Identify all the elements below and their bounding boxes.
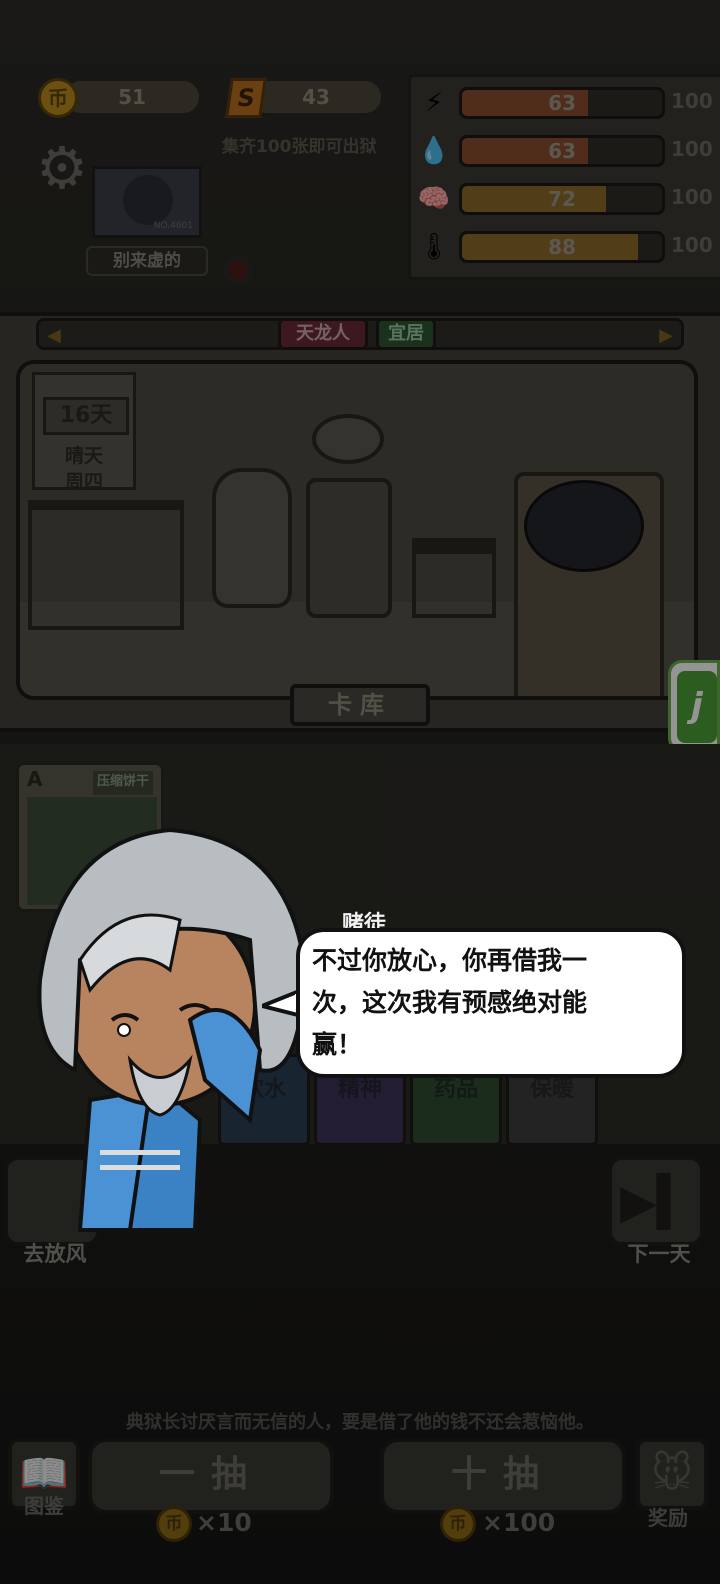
coin-value: 51 — [118, 85, 146, 109]
mouse-icon: 🐭 — [651, 1451, 693, 1497]
avatar[interactable]: NO.4601 — [92, 166, 202, 238]
player-name: 别来虚的 — [86, 246, 208, 276]
dialogue-line-3: 赢！ — [312, 1030, 363, 1059]
stat-mind: 🧠 72 100 — [411, 179, 720, 219]
stats-panel: ⚡ 63 100 💧 63 100 🧠 72 100 🌡 88 100 — [408, 74, 720, 280]
stool — [412, 538, 496, 618]
draw-one-coin-icon: 币 — [156, 1506, 192, 1542]
card-rank: A — [27, 767, 43, 791]
toilet — [212, 468, 292, 608]
sleeping-prisoner — [524, 480, 644, 572]
mind-bar: 72 — [459, 183, 665, 215]
calendar-weather: 晴天 — [64, 445, 103, 467]
energy-max: 100 — [671, 89, 713, 113]
desk — [28, 500, 184, 630]
next-day-icon: ▶▍ — [620, 1174, 694, 1230]
lightning-icon: ⚡ — [424, 88, 444, 118]
mind-value: 72 — [548, 187, 576, 211]
mind-max: 100 — [671, 185, 713, 209]
card-name: 压缩饼干 — [93, 771, 154, 795]
gambler-tear — [117, 1023, 131, 1037]
dialogue-text: 不过你放心，你再借我一 次，这次我有预感绝对能 赢！ — [312, 940, 676, 1066]
draw-ten-button[interactable]: 十抽 — [380, 1438, 626, 1514]
draw-ten-coin-icon: 币 — [440, 1506, 476, 1542]
next-day-label: 下一天 — [627, 1242, 691, 1266]
draw-one-cost: ×10 — [196, 1508, 252, 1537]
ticket-counter: 43 — [248, 78, 384, 116]
dialogue-line-2: 次，这次我有预感绝对能 — [312, 988, 588, 1017]
water-drop-icon: 💧 — [417, 136, 451, 166]
warmth-bar: 88 — [459, 231, 665, 263]
card-library-button[interactable]: 卡库 — [290, 684, 430, 726]
go-out-label: 去放风 — [23, 1242, 87, 1266]
dialogue-line-1: 不过你放心，你再借我一 — [312, 946, 588, 975]
calendar-weekday: 周四 — [64, 471, 103, 493]
ticket-icon: S — [225, 78, 267, 118]
stat-water: 💧 63 100 — [411, 131, 720, 171]
footer-hint: 典狱长讨厌言而无信的人，要是借了他的钱不还会惹恼他。 — [126, 1412, 594, 1433]
thermometer-icon: 🌡 — [417, 232, 451, 262]
cell-tag-secondary: 宜居 — [376, 318, 436, 350]
ticket-value: 43 — [302, 85, 330, 109]
app-badge-icon: j — [677, 671, 717, 743]
water-max: 100 — [671, 137, 713, 161]
arrow-left-icon[interactable]: ◀ — [47, 325, 61, 346]
brain-icon: 🧠 — [417, 184, 451, 214]
stove — [306, 414, 392, 620]
coin-icon: 币 — [38, 78, 78, 118]
stat-energy: ⚡ 63 100 — [411, 83, 720, 123]
avatar-tag: NO.4601 — [153, 221, 193, 231]
warmth-value: 88 — [548, 235, 576, 259]
collect-hint: 集齐100张即可出狱 — [222, 137, 377, 157]
reward-label: 奖励 — [648, 1506, 688, 1530]
energy-bar: 63 — [459, 87, 665, 119]
catalog-label: 图鉴 — [24, 1494, 64, 1518]
uniform-stripe-1 — [100, 1150, 180, 1155]
side-badge[interactable]: j — [668, 660, 720, 752]
water-bar: 63 — [459, 135, 665, 167]
gear-icon[interactable]: ⚙ — [32, 138, 92, 198]
draw-one-button[interactable]: 一抽 — [88, 1438, 334, 1514]
alarm-light-icon — [224, 256, 252, 284]
gambler-character — [37, 827, 308, 1232]
prison-cell-room: 16天 晴天 周四 — [16, 360, 698, 700]
game-scene: 51 币 43 S 集齐100张即可出狱 ⚙ NO.4601 别来虚的 ⚡ 63… — [0, 0, 720, 1584]
calendar: 16天 晴天 周四 — [32, 372, 136, 493]
reward-button[interactable]: 🐭 — [636, 1438, 708, 1510]
energy-value: 63 — [548, 91, 576, 115]
warmth-max: 100 — [671, 233, 713, 257]
calendar-day: 16天 — [43, 397, 129, 435]
arrow-right-icon[interactable]: ▶ — [659, 325, 673, 346]
stove-body — [306, 478, 392, 618]
stove-lid — [312, 414, 384, 464]
draw-ten-cost: ×100 — [482, 1508, 556, 1537]
uniform-stripe-2 — [100, 1165, 180, 1170]
cell-tag-primary: 天龙人 — [278, 318, 368, 350]
avatar-head — [123, 175, 173, 225]
coin-counter: 51 — [62, 78, 202, 116]
stat-warmth: 🌡 88 100 — [411, 227, 720, 267]
water-value: 63 — [548, 139, 576, 163]
